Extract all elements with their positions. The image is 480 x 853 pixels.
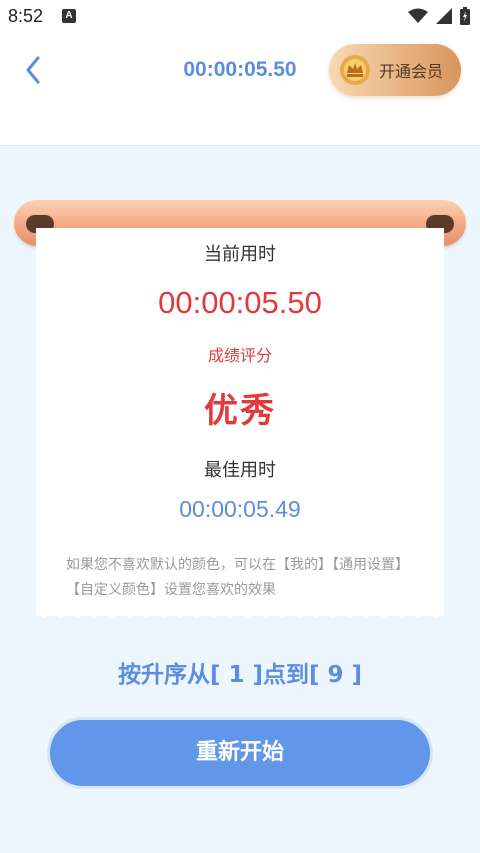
best-time-label: 最佳用时 [204,460,276,481]
status-time: 8:52 [8,6,44,26]
current-time-label: 当前用时 [204,244,276,265]
best-time-value: 00:00:05.49 [179,496,301,522]
game-instruction: 按升序从[ 1 ]点到[ 9 ] [117,662,363,688]
restart-button[interactable]: 重新开始 [47,717,433,789]
vip-button[interactable]: 开通会员 [329,44,461,96]
status-icons [408,7,470,25]
color-settings-hint: 如果您不喜欢默认的颜色，可以在【我的】【通用设置】【自定义颜色】设置您喜欢的效果 [66,557,409,598]
app-header: 00:00:05.50 开通会员 [0,32,480,146]
vip-crown-icon [340,55,370,85]
back-button[interactable] [18,50,50,90]
vip-label: 开通会员 [379,62,444,81]
current-time-value: 00:00:05.50 [158,285,322,320]
header-timer: 00:00:05.50 [183,58,297,81]
status-bar: 8:52 A [0,0,480,32]
paper-torn-edge [36,604,444,618]
score-value: 优秀 [204,391,276,431]
wifi-icon [408,8,428,23]
battery-icon [460,7,470,25]
back-arrow-icon [26,56,40,84]
cellular-signal-icon [436,8,452,24]
notification-letter-icon: A [62,9,76,23]
score-label: 成绩评分 [207,346,272,365]
